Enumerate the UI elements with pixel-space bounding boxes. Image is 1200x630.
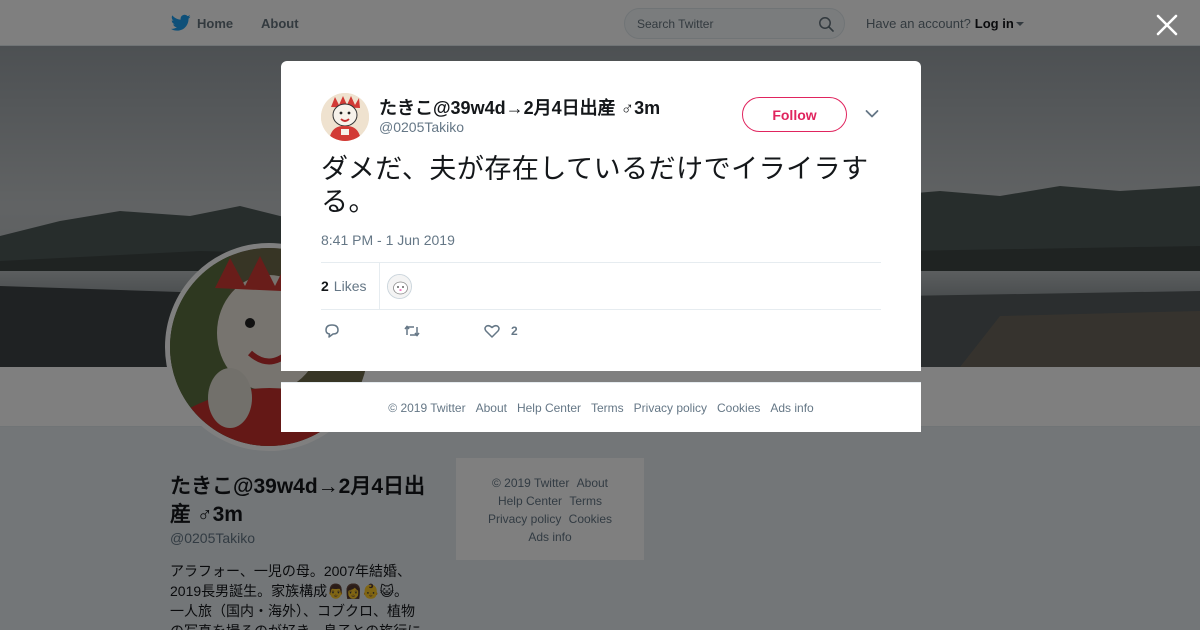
likes-count: 2 bbox=[321, 278, 329, 294]
tweet-author-avatar[interactable] bbox=[321, 93, 369, 141]
footer-ads-link[interactable]: Ads info bbox=[770, 401, 813, 415]
retweet-button[interactable] bbox=[403, 319, 421, 343]
liker-avatar[interactable] bbox=[387, 274, 412, 299]
like-count: 2 bbox=[511, 324, 518, 338]
footer-terms-link[interactable]: Terms bbox=[591, 401, 624, 415]
footer-about-link[interactable]: About bbox=[476, 401, 507, 415]
close-icon[interactable] bbox=[1154, 12, 1180, 38]
tweet-author-handle[interactable]: @0205Takiko bbox=[379, 119, 464, 135]
tweet-author-name[interactable]: たきこ@39w4d→2月4日出産 ♂3m bbox=[379, 94, 660, 120]
tweet-modal: たきこ@39w4d→2月4日出産 ♂3m @0205Takiko Follow … bbox=[281, 61, 921, 371]
footer-privacy-link[interactable]: Privacy policy bbox=[634, 401, 707, 415]
footer-help-link[interactable]: Help Center bbox=[517, 401, 581, 415]
reply-icon bbox=[325, 324, 339, 338]
chevron-down-icon[interactable] bbox=[865, 109, 879, 119]
likes-label: Likes bbox=[333, 278, 367, 294]
retweet-icon bbox=[404, 325, 420, 337]
likes-stat[interactable]: 2 Likes bbox=[321, 263, 381, 309]
footer-copyright: © 2019 Twitter bbox=[388, 400, 466, 415]
footer-cookies-link[interactable]: Cookies bbox=[717, 401, 760, 415]
heart-icon bbox=[484, 324, 500, 338]
tweet-text: ダメだ、夫が存在しているだけでイライラする。 bbox=[321, 154, 869, 217]
modal-footer: © 2019 Twitter About Help Center Terms P… bbox=[281, 382, 921, 432]
reply-button[interactable] bbox=[323, 319, 341, 343]
like-button[interactable]: 2 bbox=[483, 319, 518, 343]
tweet-actions: 2 bbox=[321, 319, 881, 343]
tweet-author-avatar-image bbox=[321, 93, 369, 141]
tweet-timestamp[interactable]: 8:41 PM - 1 Jun 2019 bbox=[321, 232, 455, 248]
tweet-stats: 2 Likes bbox=[321, 262, 881, 310]
liker-avatar-image bbox=[388, 275, 411, 298]
follow-button[interactable]: Follow bbox=[742, 97, 847, 132]
